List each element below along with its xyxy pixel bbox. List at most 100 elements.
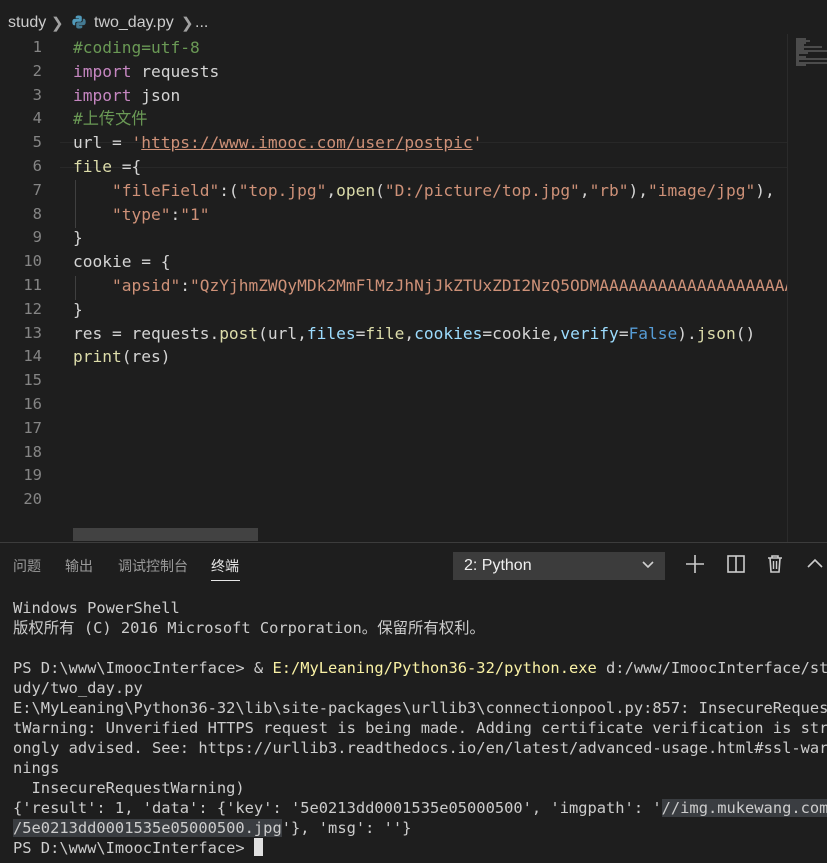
line-number: 8 <box>32 204 42 223</box>
line-number: 16 <box>23 395 42 413</box>
code-token: "type" <box>111 204 171 224</box>
code-token: file <box>73 157 112 176</box>
terminal-token: ongly advised. See: https://urllib3.read… <box>13 739 827 757</box>
terminal-token: udy/two_day.py <box>13 679 143 697</box>
code-token: #上传文件 <box>73 109 148 129</box>
code-line: "fileField":("top.jpg",open("D:/picture/… <box>73 179 775 203</box>
code-token: https://www.imooc.com/user/postpic <box>141 133 473 153</box>
terminal-line: InsecureRequestWarning) <box>13 778 245 798</box>
code-token: , <box>326 180 337 200</box>
terminal-line: ongly advised. See: https://urllib3.read… <box>13 738 827 758</box>
line-number: 2 <box>32 61 42 80</box>
code-token: , <box>404 323 415 343</box>
line-number: 15 <box>23 371 42 390</box>
code-token: ). <box>677 323 697 343</box>
code-token: requests <box>131 61 220 81</box>
code-token: = <box>355 323 366 343</box>
code-token: verify <box>560 323 619 343</box>
minimap[interactable] <box>787 34 827 542</box>
line-number: 18 <box>23 442 42 461</box>
code-token: ' <box>472 133 483 153</box>
plus-icon[interactable] <box>684 553 706 575</box>
code-token: import <box>73 85 132 105</box>
python-file-icon <box>72 15 86 29</box>
code-line: print(res) <box>73 345 170 369</box>
code-line: #coding=utf-8 <box>73 36 200 60</box>
terminal-token: nings <box>13 759 60 777</box>
code-token: : <box>170 204 181 224</box>
chevron-down-icon <box>642 561 654 569</box>
line-number: 17 <box>23 418 42 437</box>
code-editor[interactable]: 1 2 3 4 5 6 7 8 9 10 11 12 13 14 15 16 17 18 19 20 #coding=… <box>0 34 827 542</box>
code-token: "D:/picture/top.jpg" <box>384 180 580 200</box>
horizontal-scrollbar[interactable] <box>73 528 258 541</box>
code-token: :( <box>219 180 239 200</box>
line-number: 7 <box>32 180 42 199</box>
terminal-line: Windows PowerShell <box>13 598 180 618</box>
code-token: (url, <box>258 323 307 343</box>
chevron-up-icon[interactable] <box>804 553 826 575</box>
code-token: cookie = { <box>73 252 171 272</box>
terminal-token: d:/www/ImoocInterface/st <box>596 659 827 677</box>
code-token: ), <box>628 180 649 200</box>
line-number: 4 <box>32 109 42 128</box>
line-number: 11 <box>23 276 42 294</box>
code-token: ={ <box>111 157 142 176</box>
tab-terminal[interactable]: 终端 <box>211 556 239 576</box>
tab-debug-console[interactable]: 调试控制台 <box>118 556 188 576</box>
code-token: file <box>365 323 405 343</box>
terminal-token: E:/MyLeaning/Python36-32/python.exe <box>272 659 597 677</box>
active-tab-indicator <box>211 580 240 581</box>
code-line: cookie = { <box>73 250 170 274</box>
split-icon[interactable] <box>725 553 747 575</box>
terminal-line: {'result': 1, 'data': {'key': '5e0213dd0… <box>13 798 827 818</box>
trash-icon[interactable] <box>764 553 786 575</box>
terminal-line: E:\MyLeaning\Python36-32\lib\site-packag… <box>13 698 827 718</box>
terminal-token: '}, 'msg': ''} <box>281 819 412 837</box>
line-number: 14 <box>23 347 42 366</box>
terminal-token: Windows PowerShell <box>13 599 180 617</box>
code-token: files <box>306 323 356 343</box>
terminal-line: udy/two_day.py <box>13 678 143 698</box>
terminal-token: InsecureRequestWarning) <box>13 779 245 797</box>
code-line: #上传文件 <box>73 107 148 131</box>
terminal-token: //img.mukewang.com <box>661 799 827 817</box>
breadcrumb-folder[interactable]: study <box>8 14 46 32</box>
code-token: "fileField" <box>111 180 220 200</box>
line-number: 5 <box>32 133 42 152</box>
tab-problems[interactable]: 问题 <box>13 556 41 576</box>
code-line: import json <box>73 84 180 108</box>
breadcrumb-symbol[interactable]: ... <box>195 14 208 32</box>
terminal-line: 版权所有 (C) 2016 Microsoft Corporation。保留所有… <box>13 618 485 638</box>
line-number: 3 <box>32 85 42 104</box>
line-number: 1 <box>32 38 42 56</box>
code-token: import <box>73 61 132 81</box>
terminal-select[interactable]: 2: Python <box>453 552 665 580</box>
terminal-line: PS D:\www\ImoocInterface> <box>13 838 263 858</box>
code-token: =cookie, <box>482 323 561 343</box>
terminal-token: {'result': 1, 'data': {'key': '5e0213dd0… <box>13 799 662 817</box>
code-token: } <box>73 299 83 319</box>
line-number: 13 <box>23 323 42 342</box>
code-token: "image/jpg" <box>648 180 756 200</box>
terminal-token: /5e0213dd0001535e05000500.jpg <box>13 819 282 837</box>
line-number: 6 <box>32 157 42 175</box>
chevron-right-icon: ❯ <box>51 15 64 32</box>
bottom-panel: 问题 输出 调试控制台 终端 2: Python Windows PowerSh… <box>0 542 827 863</box>
code-token: open <box>336 180 376 200</box>
code-line: url = 'https://www.imooc.com/user/postpi… <box>73 131 482 155</box>
breadcrumb-file[interactable]: two_day.py <box>94 14 174 32</box>
code-line: } <box>73 226 83 250</box>
line-number: 19 <box>23 466 42 485</box>
terminal-token: E:\MyLeaning\Python36-32\lib\site-packag… <box>13 699 827 717</box>
terminal-line: tWarning: Unverified HTTPS request is be… <box>13 718 827 738</box>
code-token: print <box>73 347 122 367</box>
code-token: "QzYjhmZWQyMDk2MmFlMzJhNjJkZTUxZDI2NzQ5O… <box>189 276 804 295</box>
tab-output[interactable]: 输出 <box>65 556 93 576</box>
minimap-line <box>796 58 827 60</box>
terminal-cursor <box>253 838 263 856</box>
code-token: "rb" <box>589 180 629 200</box>
